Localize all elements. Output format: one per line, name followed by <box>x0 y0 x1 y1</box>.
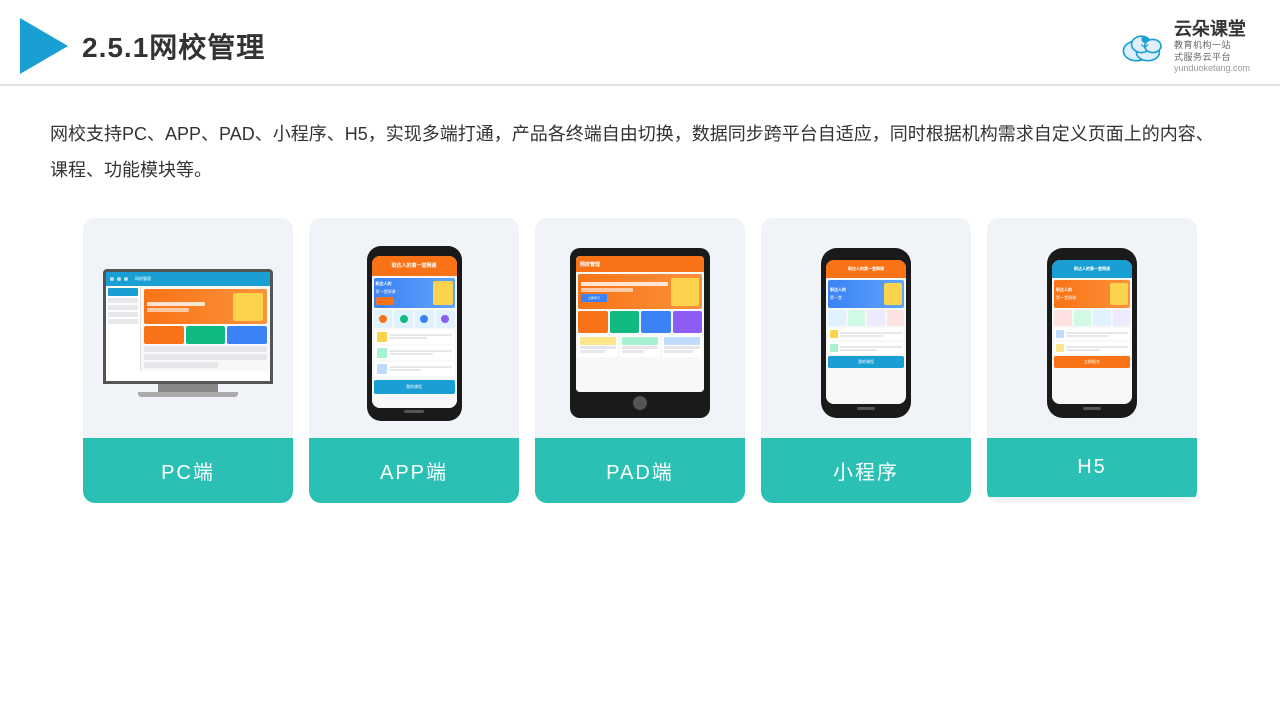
brand-name: 云朵课堂 <box>1174 19 1246 41</box>
phone-miniprogram-body: 职达人的第一堂网课 职达人的 第一堂 <box>821 248 911 418</box>
card-h5-image: 职达人的第一堂网课 职达人的 第一堂网课 <box>987 218 1197 438</box>
card-pad: 网校管理 立即学习 <box>535 218 745 503</box>
tablet-mock: 网校管理 立即学习 <box>570 248 710 418</box>
brand-url: yunduoketang.com <box>1174 63 1250 73</box>
card-miniprogram: 职达人的第一堂网课 职达人的 第一堂 <box>761 218 971 503</box>
card-miniprogram-label: 小程序 <box>761 438 971 503</box>
phone-h5-body: 职达人的第一堂网课 职达人的 第一堂网课 <box>1047 248 1137 418</box>
page-title: 2.5.1网校管理 <box>82 26 265 66</box>
header-left: 2.5.1网校管理 <box>20 18 265 74</box>
card-app: 职达人的第一堂网课 职达人的 第一堂网课 <box>309 218 519 503</box>
card-pad-label: PAD端 <box>535 438 745 503</box>
phone-h5-screen: 职达人的第一堂网课 职达人的 第一堂网课 <box>1052 260 1132 404</box>
card-pc: 网校管理 <box>83 218 293 503</box>
card-app-image: 职达人的第一堂网课 职达人的 第一堂网课 <box>309 218 519 438</box>
phone-h5-mock: 职达人的第一堂网课 职达人的 第一堂网课 <box>1047 248 1137 418</box>
brand-text: 云朵课堂 教育机构一站式服务云平台 yunduoketang.com <box>1174 19 1250 74</box>
tablet-body: 网校管理 立即学习 <box>570 248 710 418</box>
logo-triangle-icon <box>20 18 68 74</box>
card-pc-image: 网校管理 <box>83 218 293 438</box>
pc-device-mock: 网校管理 <box>103 269 273 397</box>
cloud-logo-icon <box>1118 28 1168 64</box>
brand-area: 云朵课堂 教育机构一站式服务云平台 yunduoketang.com <box>1118 19 1250 74</box>
description-paragraph: 网校支持PC、APP、PAD、小程序、H5，实现多端打通，产品各终端自由切换，数… <box>50 116 1230 188</box>
phone-miniprogram-screen: 职达人的第一堂网课 职达人的 第一堂 <box>826 260 906 404</box>
card-pc-label: PC端 <box>83 438 293 503</box>
brand-subtitle: 教育机构一站式服务云平台 <box>1174 40 1231 63</box>
card-h5: 职达人的第一堂网课 职达人的 第一堂网课 <box>987 218 1197 503</box>
card-app-label: APP端 <box>309 438 519 503</box>
card-h5-label: H5 <box>987 438 1197 497</box>
header: 2.5.1网校管理 云朵课堂 教育机构一站式服务云平台 yunduoketang… <box>0 0 1280 86</box>
card-miniprogram-image: 职达人的第一堂网课 职达人的 第一堂 <box>761 218 971 438</box>
phone-app-screen: 职达人的第一堂网课 职达人的 第一堂网课 <box>372 256 457 408</box>
brand-logo: 云朵课堂 教育机构一站式服务云平台 yunduoketang.com <box>1118 19 1250 74</box>
pc-screen: 网校管理 <box>103 269 273 384</box>
description-text: 网校支持PC、APP、PAD、小程序、H5，实现多端打通，产品各终端自由切换，数… <box>0 86 1280 208</box>
phone-miniprogram-mock: 职达人的第一堂网课 职达人的 第一堂 <box>821 248 911 418</box>
card-pad-image: 网校管理 立即学习 <box>535 218 745 438</box>
phone-app-mock: 职达人的第一堂网课 职达人的 第一堂网课 <box>367 246 462 421</box>
cards-container: 网校管理 <box>0 208 1280 523</box>
tablet-screen: 网校管理 立即学习 <box>576 256 704 392</box>
phone-app-body: 职达人的第一堂网课 职达人的 第一堂网课 <box>367 246 462 421</box>
